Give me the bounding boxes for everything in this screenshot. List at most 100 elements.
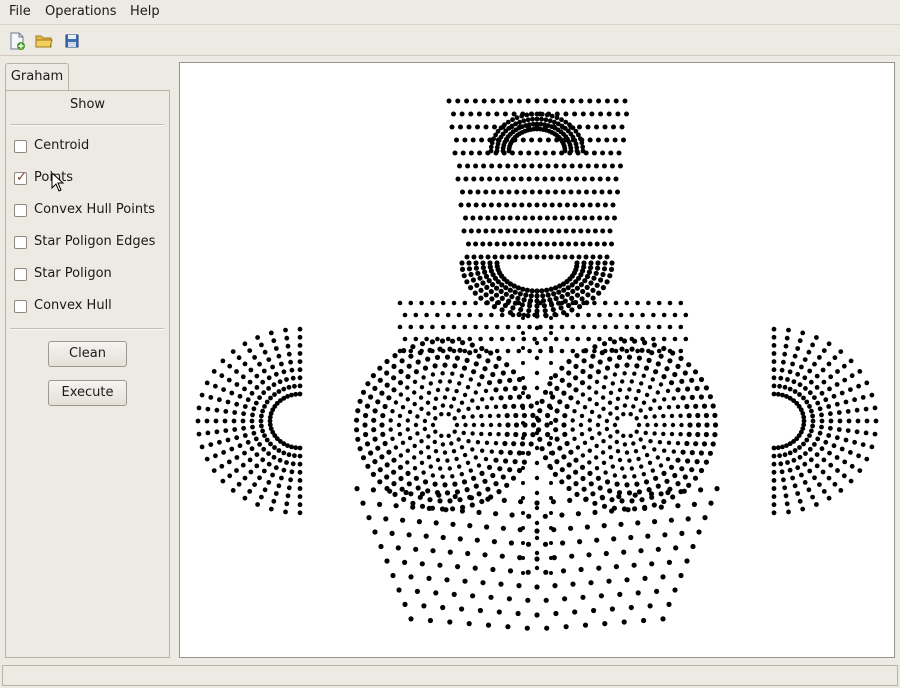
point <box>297 445 303 451</box>
point <box>609 606 615 612</box>
point <box>578 422 584 428</box>
point <box>433 396 439 401</box>
point <box>494 324 500 330</box>
point <box>587 374 593 380</box>
point <box>276 483 282 489</box>
clean-button[interactable]: Clean <box>48 341 127 367</box>
point <box>368 450 374 456</box>
point <box>521 451 525 455</box>
point <box>714 486 720 492</box>
convex-hull-points-checkbox[interactable] <box>14 204 27 217</box>
point <box>562 413 568 419</box>
point <box>219 463 225 469</box>
point <box>475 189 481 195</box>
points-checkbox[interactable]: ✓ <box>14 170 27 185</box>
point <box>629 498 635 504</box>
point <box>389 530 395 536</box>
point <box>527 348 532 354</box>
point <box>377 467 383 473</box>
point <box>474 537 480 543</box>
point <box>481 98 487 104</box>
point <box>286 351 292 357</box>
point <box>484 300 489 306</box>
point <box>372 529 378 535</box>
point <box>803 451 808 456</box>
point <box>234 468 239 473</box>
save-button[interactable] <box>63 32 81 50</box>
point <box>454 456 459 462</box>
menu-help[interactable]: Help <box>130 4 160 19</box>
point <box>440 534 446 541</box>
point <box>451 111 456 117</box>
point <box>610 464 615 469</box>
convex-hull-checkbox[interactable] <box>14 300 27 313</box>
point <box>354 417 360 423</box>
point <box>615 449 621 454</box>
point <box>468 468 473 473</box>
point <box>696 529 702 535</box>
point <box>639 464 644 469</box>
point <box>217 397 222 403</box>
point <box>413 336 419 342</box>
point <box>437 562 443 568</box>
menu-operations[interactable]: Operations <box>45 4 116 19</box>
point <box>602 348 608 354</box>
point <box>240 374 246 380</box>
point <box>542 541 549 547</box>
point <box>540 293 546 299</box>
point <box>522 189 527 195</box>
point <box>657 405 663 410</box>
point <box>542 176 548 182</box>
point <box>590 353 596 359</box>
point <box>672 472 678 479</box>
point <box>521 481 525 485</box>
point <box>491 539 497 545</box>
point <box>466 124 472 130</box>
point <box>814 463 820 469</box>
point <box>693 403 699 409</box>
point <box>505 228 511 234</box>
drawing-canvas[interactable] <box>179 62 895 658</box>
new-file-button[interactable] <box>8 32 26 50</box>
point <box>402 336 408 342</box>
point <box>277 457 283 463</box>
point <box>440 403 446 408</box>
point <box>604 279 610 285</box>
point <box>692 475 699 481</box>
point <box>468 495 475 501</box>
point <box>450 338 456 344</box>
execute-button[interactable]: Execute <box>48 380 127 406</box>
point <box>828 418 834 424</box>
point <box>447 466 452 471</box>
point <box>812 361 817 367</box>
point <box>626 490 633 496</box>
centroid-checkbox[interactable] <box>14 140 27 153</box>
point <box>419 385 425 390</box>
point <box>257 475 262 481</box>
open-button[interactable] <box>35 32 53 50</box>
point <box>510 369 517 375</box>
tab-graham[interactable]: Graham <box>5 63 69 91</box>
menu-file[interactable]: File <box>9 4 31 19</box>
point <box>561 287 567 293</box>
point <box>413 369 419 375</box>
point <box>504 202 510 208</box>
point <box>399 486 405 492</box>
point <box>617 387 623 393</box>
star-poligon-checkbox[interactable] <box>14 268 27 281</box>
point <box>819 418 825 424</box>
point <box>596 290 602 296</box>
point <box>205 406 211 412</box>
point <box>701 441 708 447</box>
point <box>480 280 486 286</box>
point <box>430 422 436 428</box>
point <box>831 443 837 449</box>
point <box>553 189 558 195</box>
point <box>251 406 257 412</box>
point <box>561 454 567 460</box>
point <box>557 445 563 451</box>
point <box>426 455 432 460</box>
point <box>559 467 565 473</box>
star-poligon-edges-checkbox[interactable] <box>14 236 27 249</box>
point <box>799 472 804 478</box>
